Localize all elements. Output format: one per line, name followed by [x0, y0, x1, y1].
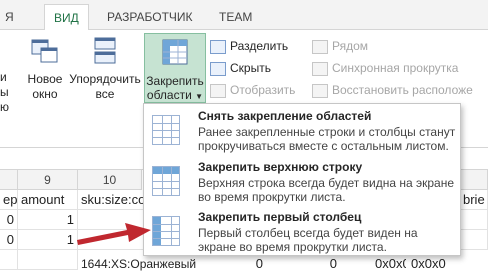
sync-scroll-label: Синхронная прокрутка — [332, 61, 459, 75]
freeze-panes-label-1: Закрепить — [146, 74, 204, 88]
unfreeze-icon — [152, 115, 180, 145]
column-header-10[interactable]: 10 — [78, 170, 142, 190]
cell[interactable] — [460, 230, 488, 250]
freeze-panes-icon — [162, 39, 188, 65]
new-window-label-1: Новое — [27, 72, 63, 86]
hide-icon — [210, 61, 226, 76]
split-button[interactable]: Разделить — [210, 36, 288, 56]
side-by-side-button[interactable]: Рядом — [312, 36, 368, 56]
hide-label: Скрыть — [230, 61, 271, 75]
split-label: Разделить — [230, 39, 289, 53]
reset-position-icon — [312, 83, 328, 98]
arrange-all-label-1: Упорядочить — [69, 72, 141, 86]
cell[interactable] — [460, 210, 488, 230]
new-window-button[interactable]: Новое окно — [24, 36, 66, 112]
new-window-icon — [31, 39, 58, 63]
cell[interactable]: 0x0x0 — [408, 254, 460, 274]
menu-item-freeze-top-row[interactable]: Закрепить верхнюю строку Верхняя строка … — [144, 156, 460, 207]
cell[interactable]: 0 — [0, 210, 18, 230]
column-header[interactable] — [0, 170, 18, 190]
cell[interactable]: amount — [18, 190, 78, 210]
menu-item-desc: Первый столбец всегда будет виден на экр… — [198, 226, 418, 254]
arrange-all-label-2: все — [95, 87, 115, 101]
freeze-top-row-icon — [152, 166, 180, 196]
menu-item-desc: Ранее закрепленные строки и столбцы стан… — [198, 125, 456, 153]
tab-developer[interactable]: РАЗРАБОТЧИК — [98, 6, 202, 28]
menu-item-title: Снять закрепление областей — [198, 109, 372, 123]
cell[interactable]: 0 — [232, 254, 266, 274]
cell[interactable]: ер — [0, 190, 18, 210]
cell[interactable]: 1644:XS:Оранжевый — [78, 254, 208, 274]
red-arrow-icon — [77, 223, 151, 245]
cell[interactable]: 0 — [306, 254, 340, 274]
menu-item-title: Закрепить первый столбец — [198, 210, 362, 224]
cell[interactable] — [18, 250, 78, 270]
freeze-panes-button[interactable]: Закрепить области ▼ — [144, 33, 206, 103]
side-by-side-label: Рядом — [332, 39, 369, 53]
freeze-panes-menu: Снять закрепление областей Ранее закрепл… — [143, 103, 461, 256]
chevron-down-icon: ▼ — [195, 92, 204, 101]
menu-item-unfreeze[interactable]: Снять закрепление областей Ранее закрепл… — [144, 105, 460, 156]
tab-view[interactable]: ВИД — [44, 4, 89, 31]
tab-team[interactable]: TEAM — [210, 6, 261, 28]
column-header-right[interactable] — [461, 170, 488, 190]
unhide-button[interactable]: Отобразить — [210, 80, 295, 100]
hide-button[interactable]: Скрыть — [210, 58, 271, 78]
sync-scroll-icon — [312, 61, 328, 76]
reset-position-button[interactable]: Восстановить расположе — [312, 80, 473, 100]
cell[interactable] — [0, 250, 18, 270]
menu-item-freeze-first-column[interactable]: Закрепить первый столбец Первый столбец … — [144, 206, 460, 257]
tab-cut[interactable]: Я — [0, 6, 23, 28]
column-header-9[interactable]: 9 — [18, 170, 78, 190]
ribbon-tabs: Я ВИД РАЗРАБОТЧИК TEAM — [0, 0, 488, 31]
arrange-all-button[interactable]: Упорядочить все — [68, 36, 142, 112]
sync-scroll-button[interactable]: Синхронная прокрутка — [312, 58, 458, 78]
menu-item-title: Закрепить верхнюю строку — [198, 160, 363, 174]
unhide-icon — [210, 83, 226, 98]
cell[interactable]: 1 — [18, 230, 78, 250]
new-window-label-2: окно — [32, 87, 58, 101]
cell[interactable]: 0 — [0, 230, 18, 250]
freeze-panes-label-2: области ▼ — [146, 88, 204, 102]
unhide-label: Отобразить — [230, 83, 296, 97]
menu-item-desc: Верхняя строка всегда будет видна на экр… — [198, 176, 454, 204]
cell[interactable]: 0x0x0 — [372, 254, 406, 274]
cell[interactable]: brie — [460, 190, 488, 210]
cut-label-3: ю — [0, 100, 9, 114]
freeze-first-column-icon — [152, 216, 180, 246]
split-icon — [210, 39, 226, 54]
arrange-all-icon — [94, 37, 116, 64]
cell[interactable]: sku:size:co — [78, 190, 144, 210]
side-by-side-icon — [312, 39, 328, 54]
reset-position-label: Восстановить расположе — [332, 83, 473, 97]
cell[interactable]: 1 — [18, 210, 78, 230]
